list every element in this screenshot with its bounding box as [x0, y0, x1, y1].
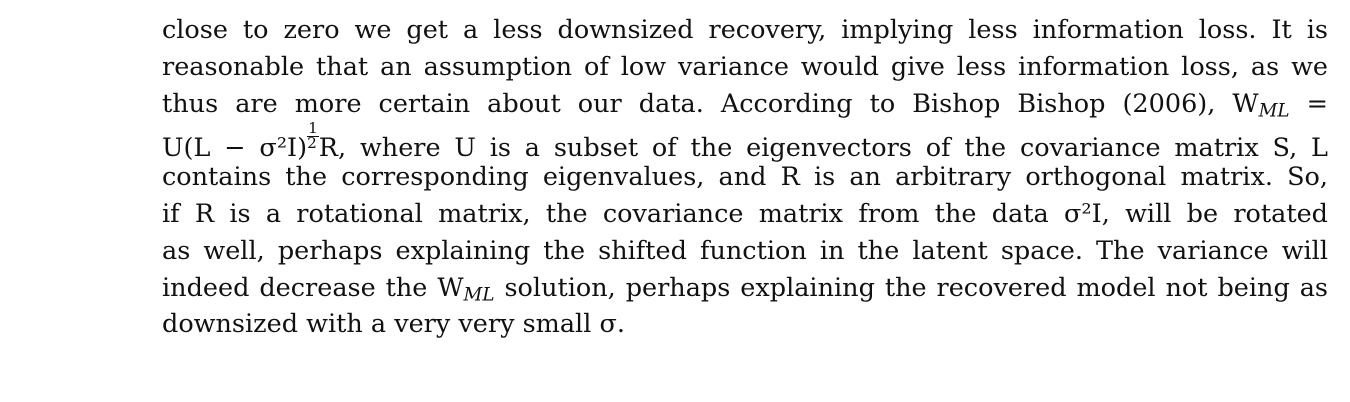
- fraction-denominator: 2: [307, 134, 317, 153]
- subscript-ml: ML: [1258, 100, 1290, 122]
- text-line-3-main: thus are more certain about our data. Ac…: [162, 88, 1259, 119]
- text-line-4: U(L − σ²I) 1 2 R, where U is a subset of th…: [162, 121, 1328, 164]
- text-line-6: if R is a rotational matrix, the covaria…: [162, 198, 1328, 229]
- fraction-one-half: 12: [307, 121, 319, 153]
- equals-sign: =: [1306, 88, 1328, 119]
- text-line-8: indeed decrease the WML solution, perhap…: [162, 270, 1328, 307]
- text-line-8-main: indeed decrease the W: [162, 272, 464, 303]
- text-line-1: close to zero we get a less downsized re…: [162, 15, 1328, 45]
- text-line-8-tail: solution, perhaps explaining the recover…: [504, 272, 1328, 303]
- text-line-7: as well, perhaps explaining the shifted …: [162, 235, 1328, 266]
- subscript-ml-2: ML: [463, 284, 495, 306]
- text-line-9: downsized with a very very small σ.: [162, 309, 625, 340]
- text-line-2: reasonable that an assumption of low var…: [162, 51, 1328, 82]
- text-line-5: contains the corresponding eigenvalues, …: [162, 162, 1328, 193]
- text-line-3: thus are more certain about our data. Ac…: [162, 86, 1328, 123]
- paper-paragraph: close to zero we get a less downsized re…: [162, 12, 1328, 343]
